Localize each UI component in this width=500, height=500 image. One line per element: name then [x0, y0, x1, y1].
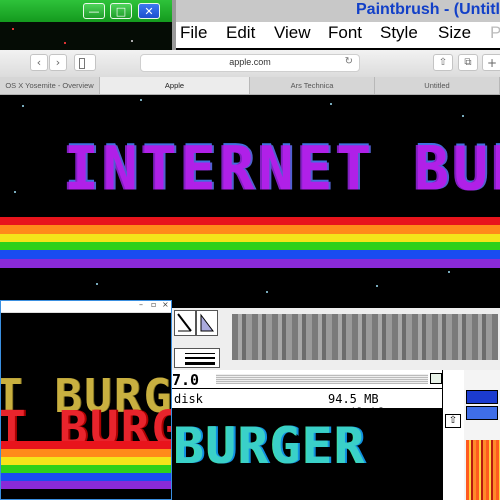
mac-window-content: BURGER [172, 409, 442, 500]
color-swatch-dark-blue[interactable] [466, 390, 498, 404]
back-button[interactable]: ‹ [30, 54, 48, 71]
line-width-button[interactable] [174, 348, 220, 368]
forward-button[interactable]: › [49, 54, 67, 71]
paintbrush-menubar: File Edit View Font Style Size Pi [176, 22, 500, 50]
menu-edit[interactable]: Edit [226, 23, 255, 43]
version-label: 7.0 [172, 371, 200, 389]
rainbow-band [1, 465, 171, 473]
tool-pencil-button[interactable] [174, 310, 196, 336]
minimize-button[interactable]: – [139, 301, 143, 309]
paintbrush-window: Paintbrush - (Untitled) File Edit View F… [172, 0, 500, 52]
rainbow-band [1, 441, 171, 449]
sidebar-toggle-button[interactable] [74, 54, 96, 71]
version-row: 7.0 [172, 370, 442, 389]
scrollbar[interactable]: ⇧ [442, 370, 464, 500]
menu-file[interactable]: File [180, 23, 207, 43]
tool-fill-button[interactable] [196, 310, 218, 336]
maximize-button[interactable]: □ [110, 3, 132, 19]
tab-apple[interactable]: Apple [100, 77, 250, 94]
share-icon: ⇧ [438, 57, 448, 68]
show-tabs-button[interactable]: ⧉ [458, 54, 478, 71]
rainbow-band [1, 473, 171, 481]
color-swatch-blue[interactable] [466, 406, 498, 420]
safari-page-content: INTERNET BURGER [0, 95, 500, 300]
share-button[interactable]: ⇧ [433, 54, 453, 71]
rainbow-band [0, 258, 500, 268]
mac-finder-window: 7.0 disk 94.5 MB available BURGER ⇧ [172, 308, 500, 500]
tab-ars-technica[interactable]: Ars Technica [250, 77, 375, 94]
menu-style[interactable]: Style [380, 23, 418, 43]
title-stripes[interactable] [216, 374, 428, 384]
zoom-box[interactable] [430, 373, 442, 384]
xp-titlebar[interactable]: — □ ✕ [0, 0, 172, 22]
bottom-left-content: T BURGER T BURGER [1, 313, 171, 499]
disk-info-row: disk 94.5 MB available [172, 390, 442, 420]
rainbow-stripes [1, 441, 171, 489]
burger-text-cyan: BURGER [174, 417, 367, 475]
paintbrush-titlebar[interactable]: Paintbrush - (Untitled) [176, 0, 500, 23]
fill-icon [200, 313, 214, 332]
maximize-button[interactable]: ▫ [151, 301, 156, 309]
address-bar[interactable]: apple.com ↻ [140, 54, 360, 72]
pencil-icon [177, 313, 192, 332]
disk-label: disk [174, 392, 203, 406]
bottom-left-titlebar[interactable]: – ▫ × [1, 301, 171, 313]
rainbow-band [1, 449, 171, 457]
plus-icon: + [486, 55, 498, 70]
maximize-icon: □ [115, 4, 127, 18]
close-button[interactable]: ✕ [138, 3, 160, 19]
pattern-palette[interactable] [232, 314, 498, 360]
menu-font[interactable]: Font [328, 23, 362, 43]
safari-window: ‹ › apple.com ↻ ⇧ ⧉ + OS X Yosemite - Ov… [0, 50, 500, 300]
url-text: apple.com [229, 57, 271, 67]
bottom-left-window: – ▫ × T BURGER T BURGER [0, 300, 172, 500]
rainbow-band [1, 481, 171, 489]
chevron-right-icon: › [55, 56, 61, 69]
menu-pi[interactable]: Pi [490, 23, 500, 43]
tab-bar: OS X Yosemite - Overview Apple Ars Techn… [0, 77, 500, 95]
close-button[interactable]: × [162, 301, 169, 309]
scroll-up-arrow-icon[interactable]: ⇧ [445, 414, 461, 428]
minimize-button[interactable]: — [83, 3, 105, 19]
safari-toolbar: ‹ › apple.com ↻ ⇧ ⧉ + [0, 50, 500, 78]
reload-icon[interactable]: ↻ [345, 56, 353, 67]
close-icon: ✕ [144, 4, 154, 18]
tool-strip [172, 308, 500, 371]
flame-graphic [466, 440, 500, 500]
menu-view[interactable]: View [274, 23, 311, 43]
tab-untitled[interactable]: Untitled [375, 77, 500, 94]
menu-size[interactable]: Size [438, 23, 471, 43]
rainbow-stripes [0, 217, 500, 268]
tab-os-x-yosemite[interactable]: OS X Yosemite - Overview [0, 77, 100, 94]
tabs-icon: ⧉ [464, 57, 472, 68]
color-panel [464, 370, 500, 500]
new-tab-button[interactable]: + [482, 54, 500, 71]
chevron-left-icon: ‹ [36, 56, 42, 69]
minimize-icon: — [88, 4, 100, 18]
paintbrush-title: Paintbrush - (Untitled) [356, 1, 500, 18]
rainbow-band [1, 457, 171, 465]
internet-burger-banner: INTERNET BURGER [64, 133, 500, 205]
